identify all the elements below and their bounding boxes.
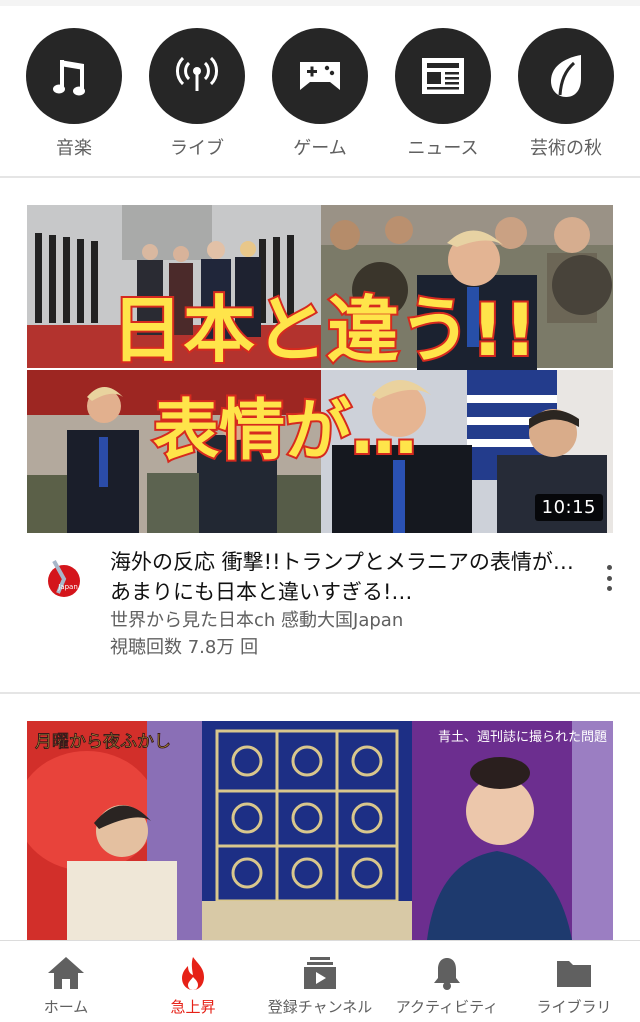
category-label: ニュース bbox=[407, 138, 479, 159]
category-label: 芸術の秋 bbox=[530, 138, 602, 159]
thumbnail-tv-show: 月曜から夜ふかし 青土、週刊誌に撮られた問題 bbox=[27, 721, 613, 940]
live-broadcast-icon bbox=[149, 28, 245, 124]
home-icon bbox=[48, 957, 84, 989]
newspaper-icon bbox=[395, 28, 491, 124]
nav-label: 登録チャンネル bbox=[267, 998, 373, 1016]
category-label: ゲーム bbox=[293, 138, 347, 159]
gamepad-icon bbox=[272, 28, 368, 124]
thumbnail-caption-left: 月曜から夜ふかし bbox=[35, 732, 171, 752]
avatar-text: Japan bbox=[57, 583, 78, 591]
category-gaming[interactable]: ゲーム bbox=[272, 6, 368, 174]
section-divider bbox=[0, 692, 640, 694]
video-thumbnail[interactable]: 日本と違う!! 表情が… 10:15 bbox=[27, 205, 613, 533]
thumbnail-text-line2: 表情が… bbox=[153, 392, 417, 469]
folder-icon bbox=[557, 961, 591, 987]
section-divider bbox=[0, 176, 640, 178]
category-news[interactable]: ニュース bbox=[395, 6, 491, 174]
category-label: 音楽 bbox=[56, 138, 92, 159]
video-meta: 海外の反応 衝撃!!トランプとメラニアの表情が…あまりにも日本と違いすぎる!… … bbox=[110, 547, 590, 661]
subscriptions-icon bbox=[304, 957, 336, 989]
more-options-icon[interactable] bbox=[599, 565, 619, 591]
nav-activity[interactable]: アクティビティ bbox=[385, 941, 509, 1022]
channel-name[interactable]: 世界から見た日本ch 感動大国Japan bbox=[110, 607, 590, 634]
category-label: ライブ bbox=[170, 138, 224, 159]
video-duration-badge: 10:15 bbox=[534, 494, 603, 521]
thumbnail-collage: 日本と違う!! 表情が… bbox=[27, 205, 613, 533]
category-music[interactable]: 音楽 bbox=[26, 6, 122, 174]
video-title[interactable]: 海外の反応 衝撃!!トランプとメラニアの表情が…あまりにも日本と違いすぎる!… bbox=[110, 547, 590, 607]
nav-label: アクティビティ bbox=[395, 998, 499, 1016]
leaf-icon bbox=[518, 28, 614, 124]
category-autumn-art[interactable]: 芸術の秋 bbox=[518, 6, 614, 174]
view-count: 視聴回数 7.8万 回 bbox=[110, 637, 259, 658]
nav-home[interactable]: ホーム bbox=[4, 941, 128, 1022]
nav-label: ライブラリ bbox=[536, 998, 612, 1016]
flame-icon bbox=[182, 957, 204, 990]
nav-library[interactable]: ライブラリ bbox=[512, 941, 636, 1022]
video-thumbnail[interactable]: 月曜から夜ふかし 青土、週刊誌に撮られた問題 bbox=[27, 721, 613, 940]
bell-icon bbox=[434, 958, 460, 990]
nav-label: ホーム bbox=[43, 998, 89, 1016]
thumbnail-text-line1: 日本と違う!! bbox=[111, 288, 537, 372]
nav-subscriptions[interactable]: 登録チャンネル bbox=[258, 941, 382, 1022]
bottom-navigation: ホーム 急上昇 登録チャンネル アクティビティ ライブラリ bbox=[0, 940, 640, 1022]
thumbnail-caption-right: 青土、週刊誌に撮られた問題 bbox=[438, 729, 607, 745]
nav-trending[interactable]: 急上昇 bbox=[131, 941, 255, 1022]
music-note-icon bbox=[26, 28, 122, 124]
channel-avatar[interactable]: Japan bbox=[38, 553, 90, 605]
category-live[interactable]: ライブ bbox=[149, 6, 245, 174]
category-row: 音楽 ライブ ゲーム ニュース 芸術の秋 bbox=[0, 6, 640, 174]
nav-label: 急上昇 bbox=[170, 998, 216, 1016]
